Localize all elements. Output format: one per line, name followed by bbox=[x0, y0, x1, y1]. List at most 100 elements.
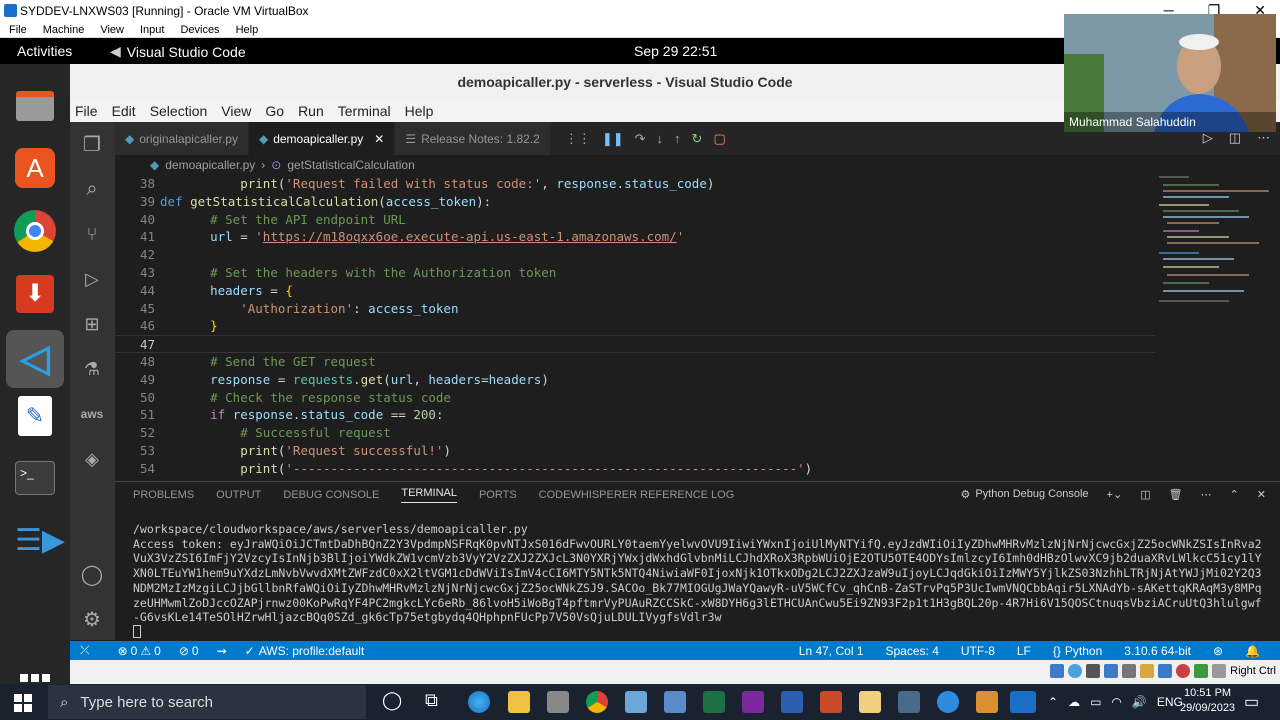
python-interpreter[interactable]: 3.10.6 64-bit bbox=[1124, 644, 1191, 658]
menu-go[interactable]: Go bbox=[265, 103, 284, 119]
encoding[interactable]: UTF-8 bbox=[961, 644, 995, 658]
shared-folders-icon[interactable] bbox=[1140, 664, 1155, 678]
volume-icon[interactable]: 🔊 bbox=[1132, 695, 1147, 709]
search-icon[interactable]: ⌕ bbox=[80, 177, 104, 201]
vbox-menu-machine[interactable]: Machine bbox=[43, 24, 85, 36]
taskbar-search[interactable]: ⌕ Type here to search bbox=[48, 685, 366, 719]
pause-icon[interactable]: ❚❚ bbox=[602, 131, 624, 147]
language-indicator[interactable]: ENG bbox=[1157, 695, 1183, 709]
run-debug-icon[interactable]: ▷ bbox=[80, 267, 104, 291]
azure-data-studio-icon[interactable]: ☰▶ bbox=[13, 519, 65, 563]
problems-indicator[interactable]: ⊗ 0 ⚠ 0 bbox=[118, 644, 161, 658]
tab-demoapicaller[interactable]: ◆ demoapicaller.py ✕ bbox=[248, 122, 396, 155]
network-icon[interactable] bbox=[1104, 664, 1119, 678]
vbox-menu-view[interactable]: View bbox=[100, 24, 124, 36]
tab-originalapicaller[interactable]: ◆ originalapicaller.py bbox=[115, 122, 249, 155]
new-terminal-icon[interactable]: +⌄ bbox=[1107, 488, 1123, 501]
url-link[interactable]: https://m18oqxx6oe.execute-api.us-east-1… bbox=[263, 229, 677, 244]
app-icon[interactable] bbox=[859, 691, 881, 713]
files-icon[interactable] bbox=[13, 84, 57, 128]
menu-run[interactable]: Run bbox=[298, 103, 324, 119]
panel-tab-terminal[interactable]: TERMINAL bbox=[401, 487, 457, 503]
snipping-tool-icon[interactable] bbox=[625, 691, 647, 713]
terminal-output[interactable]: /workspace/cloudworkspace/aws/serverless… bbox=[133, 522, 1266, 638]
onenote-icon[interactable] bbox=[742, 691, 764, 713]
sketch-app-icon[interactable] bbox=[976, 691, 998, 713]
language-mode[interactable]: {} Python bbox=[1053, 644, 1102, 658]
edge-icon[interactable] bbox=[468, 691, 490, 713]
video-capture-icon[interactable] bbox=[1176, 664, 1191, 678]
menu-terminal[interactable]: Terminal bbox=[338, 103, 391, 119]
explorer-icon[interactable]: ❐ bbox=[80, 132, 104, 156]
kill-terminal-icon[interactable]: 🗑 bbox=[1169, 488, 1183, 501]
text-editor-icon[interactable]: ✎ bbox=[13, 394, 57, 438]
terminal-icon[interactable]: >_ bbox=[13, 456, 57, 500]
vbox-menu-help[interactable]: Help bbox=[236, 24, 259, 36]
minimap[interactable] bbox=[1159, 175, 1274, 315]
ports-indicator[interactable]: ⊘ 0 bbox=[179, 644, 199, 658]
display-icon[interactable] bbox=[1158, 664, 1173, 678]
aws-profile-status[interactable]: ✓ AWS: profile:default bbox=[245, 644, 365, 658]
menu-edit[interactable]: Edit bbox=[112, 103, 136, 119]
activities-button[interactable]: Activities bbox=[17, 43, 72, 59]
tab-close-icon[interactable]: ✕ bbox=[374, 132, 384, 146]
usb-icon[interactable] bbox=[1122, 664, 1137, 678]
word-icon[interactable] bbox=[781, 691, 803, 713]
vbox-menu-devices[interactable]: Devices bbox=[180, 24, 219, 36]
zoom-icon[interactable] bbox=[937, 691, 959, 713]
panel-tab-output[interactable]: OUTPUT bbox=[216, 489, 261, 501]
vbox-menu-file[interactable]: File bbox=[9, 24, 27, 36]
panel-tab-problems[interactable]: PROBLEMS bbox=[133, 489, 194, 501]
split-editor-icon[interactable]: ◫ bbox=[1229, 130, 1241, 146]
cpu-icon[interactable] bbox=[1194, 664, 1209, 678]
tab-release-notes[interactable]: ☰ Release Notes: 1.82.2 bbox=[395, 122, 551, 155]
more-actions-icon[interactable]: ⋯ bbox=[1201, 488, 1212, 501]
virtualbox-taskbar-icon[interactable] bbox=[547, 691, 569, 713]
terminal-selector[interactable]: ⚙ Python Debug Console bbox=[961, 488, 1089, 501]
storage-icon[interactable] bbox=[1050, 664, 1065, 678]
split-terminal-icon[interactable]: ◫ bbox=[1140, 488, 1150, 501]
chrome-taskbar-icon[interactable] bbox=[586, 691, 608, 713]
aws-icon[interactable]: aws bbox=[80, 402, 104, 426]
breadcrumb-symbol[interactable]: getStatisticalCalculation bbox=[287, 158, 414, 172]
restart-icon[interactable]: ↻ bbox=[692, 131, 703, 147]
debug-status-icon[interactable]: ⇝ bbox=[217, 644, 227, 658]
run-file-icon[interactable]: ▷ bbox=[1203, 130, 1213, 146]
audio-icon[interactable] bbox=[1086, 664, 1101, 678]
powerpoint-icon[interactable] bbox=[820, 691, 842, 713]
source-control-icon[interactable]: ⑂ bbox=[80, 222, 104, 246]
maximize-panel-icon[interactable]: ⌃ bbox=[1230, 488, 1239, 501]
chrome-icon[interactable] bbox=[13, 209, 57, 253]
cursor-position[interactable]: Ln 47, Col 1 bbox=[799, 644, 864, 658]
panel-tab-codewhisperer-log[interactable]: CODEWHISPERER REFERENCE LOG bbox=[539, 489, 735, 501]
panel-tab-debug-console[interactable]: DEBUG CONSOLE bbox=[283, 489, 379, 501]
vscode-icon[interactable]: ◁ bbox=[6, 330, 64, 388]
battery-icon[interactable]: ▭ bbox=[1090, 695, 1101, 709]
optical-drive-icon[interactable] bbox=[1068, 664, 1083, 678]
settings-gear-icon[interactable]: ⚙ bbox=[80, 607, 104, 631]
mouse-integration-icon[interactable] bbox=[1212, 664, 1227, 678]
account-icon[interactable]: ◯ bbox=[80, 562, 104, 586]
more-actions-icon[interactable]: ⋯ bbox=[1257, 130, 1270, 146]
download-icon[interactable]: ⬇ bbox=[13, 272, 57, 316]
step-into-icon[interactable]: ↓ bbox=[657, 131, 664, 146]
line-ending[interactable]: LF bbox=[1017, 644, 1031, 658]
active-virtualbox-icon[interactable] bbox=[1010, 691, 1036, 713]
taskbar-clock[interactable]: 10:51 PM 29/09/2023 bbox=[1180, 686, 1235, 716]
menu-file[interactable]: File bbox=[75, 103, 98, 119]
tray-expand-icon[interactable]: ⌃ bbox=[1048, 695, 1058, 709]
stop-icon[interactable]: ▢ bbox=[713, 131, 725, 147]
breadcrumb-file[interactable]: demoapicaller.py bbox=[165, 158, 255, 172]
paint-icon[interactable] bbox=[664, 691, 686, 713]
step-over-icon[interactable]: ↷ bbox=[635, 131, 646, 147]
wifi-icon[interactable]: ◠ bbox=[1111, 695, 1121, 709]
cortana-icon[interactable]: ◯ bbox=[382, 690, 402, 711]
software-center-icon[interactable]: A bbox=[13, 146, 57, 190]
remote-icon[interactable]: ⤫ bbox=[70, 643, 100, 658]
testing-icon[interactable]: ⚗ bbox=[80, 357, 104, 381]
gnome-clock[interactable]: Sep 29 22:51 bbox=[634, 43, 717, 59]
windows-start-icon[interactable] bbox=[14, 694, 32, 712]
cube-app-icon[interactable] bbox=[898, 691, 920, 713]
file-explorer-icon[interactable] bbox=[508, 691, 530, 713]
remote-explorer-icon[interactable]: ◈ bbox=[80, 447, 104, 471]
